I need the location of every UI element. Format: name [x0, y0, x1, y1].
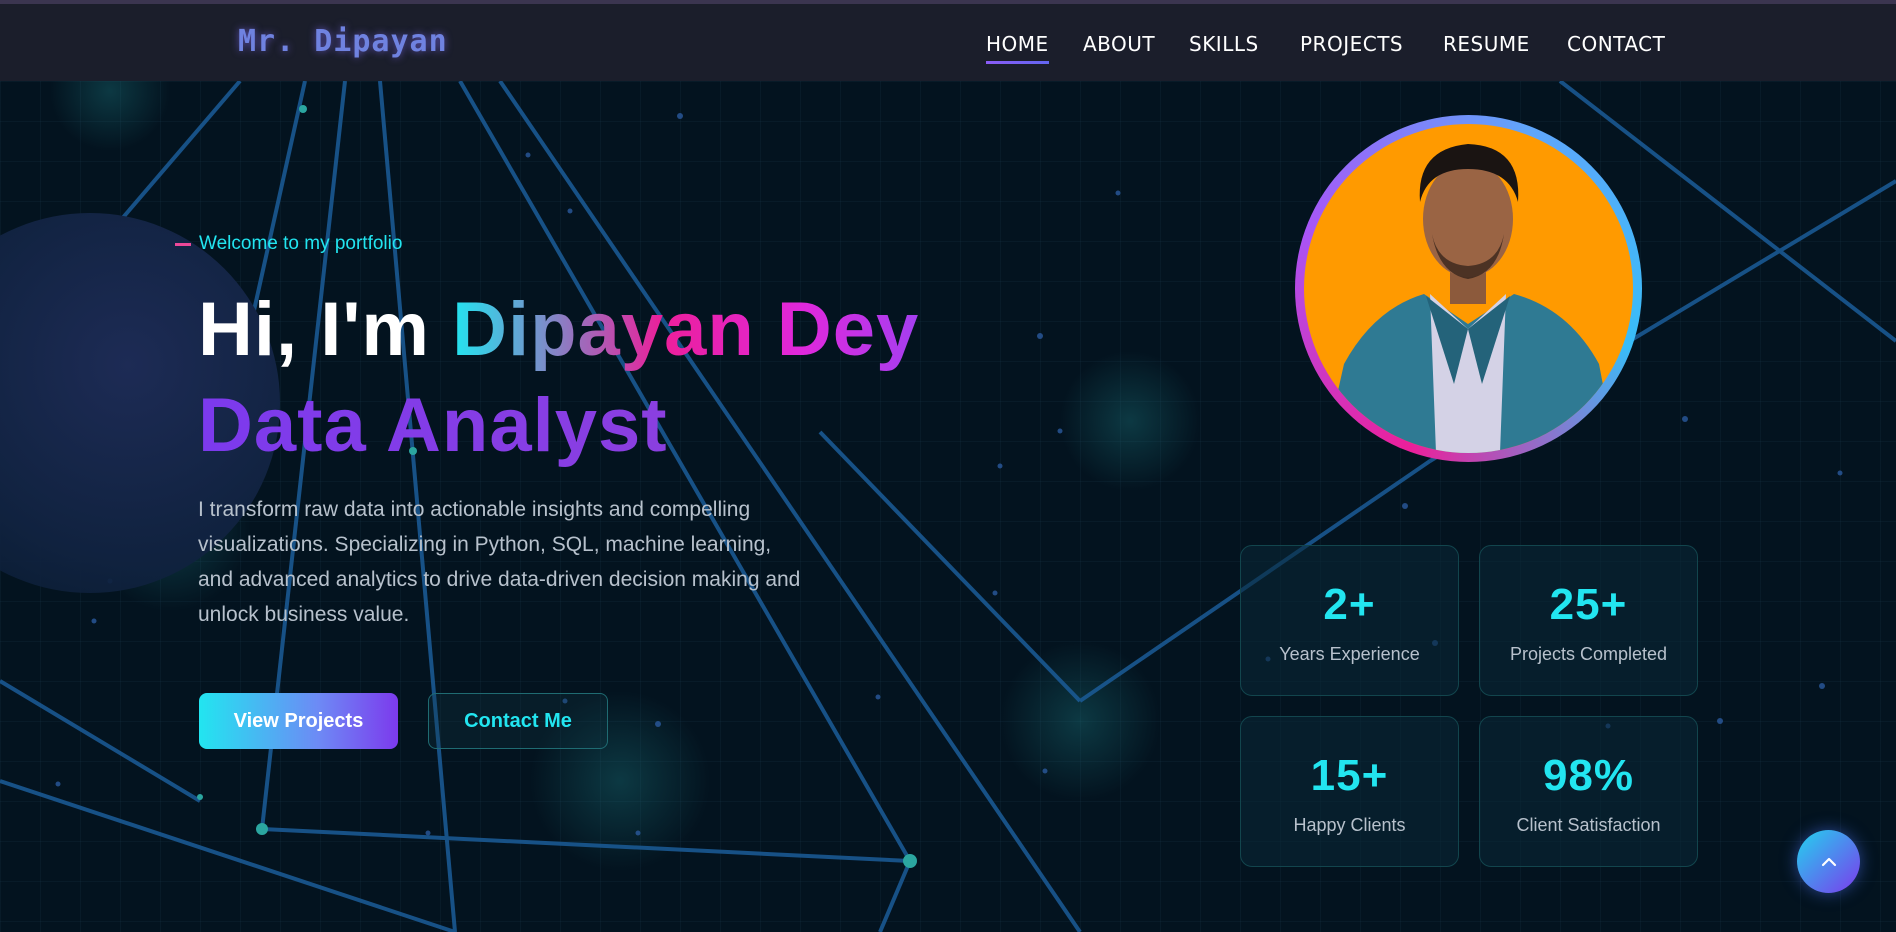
nav-link-contact[interactable]: CONTACT	[1567, 32, 1665, 56]
stat-card-satisfaction: 98% Client Satisfaction	[1479, 716, 1698, 867]
stat-label: Years Experience	[1279, 644, 1420, 664]
contact-me-button[interactable]: Contact Me	[428, 693, 608, 749]
nav-link-resume[interactable]: RESUME	[1443, 32, 1530, 56]
welcome-kicker: Welcome to my portfolio	[175, 233, 402, 255]
person-illustration	[1324, 144, 1616, 453]
hero-description: I transform raw data into actionable ins…	[198, 498, 801, 626]
kicker-text: Welcome to my portfolio	[199, 233, 403, 254]
brand-logo[interactable]: Mr. Dipayan	[238, 24, 448, 59]
scroll-to-top-button[interactable]	[1797, 830, 1860, 893]
hero-greeting: Hi, I'm	[198, 287, 430, 372]
view-projects-button[interactable]: View Projects	[199, 693, 398, 749]
hero-role: Data Analyst	[198, 378, 668, 474]
chevron-up-icon	[1821, 857, 1836, 866]
stat-label: Projects Completed	[1509, 644, 1668, 664]
stat-value: 98%	[1542, 751, 1635, 800]
nav-link-home[interactable]: HOME	[986, 32, 1049, 64]
nav-link-skills[interactable]: SKILLS	[1189, 32, 1259, 56]
nav-link-about[interactable]: ABOUT	[1083, 32, 1155, 56]
stat-value: 15+	[1310, 751, 1389, 800]
nav-link-projects[interactable]: PROJECTS	[1300, 32, 1403, 56]
stat-label: Happy Clients	[1293, 815, 1406, 835]
navbar: Mr. Dipayan HOME ABOUT SKILLS PROJECTS R…	[0, 4, 1896, 81]
hero-name: Dipayan Dey	[452, 287, 920, 372]
hero-heading: Hi, I'm Dipayan Dey	[198, 282, 919, 378]
stat-value: 2+	[1323, 580, 1376, 629]
stat-card-clients: 15+ Happy Clients	[1240, 716, 1459, 867]
profile-photo	[1304, 124, 1633, 453]
stat-card-experience: 2+ Years Experience	[1240, 545, 1459, 696]
stat-card-projects: 25+ Projects Completed	[1479, 545, 1698, 696]
profile-avatar	[1295, 115, 1642, 462]
kicker-dash	[175, 242, 191, 246]
stat-value: 25+	[1549, 580, 1628, 629]
stat-label: Client Satisfaction	[1516, 815, 1661, 835]
